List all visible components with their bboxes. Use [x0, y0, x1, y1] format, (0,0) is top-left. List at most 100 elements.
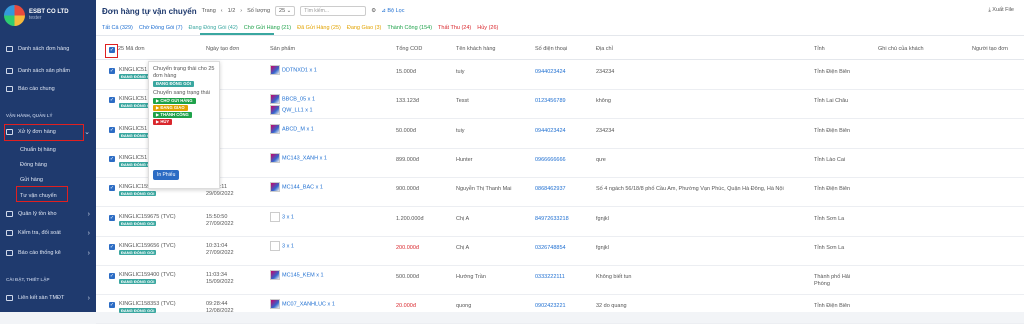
qty-label: Số lượng [247, 8, 271, 14]
row-checkbox[interactable]: ✓ [109, 126, 115, 133]
product-item: MC07_XANHLUC x 1 [270, 299, 335, 310]
chevron-right-icon: › [87, 210, 90, 218]
status-badge: ĐANG ĐÓNG GÓI [119, 249, 157, 255]
tab-5[interactable]: Đang Giao (3) [347, 25, 382, 33]
row-checkbox[interactable]: ✓ [109, 302, 115, 309]
order-id[interactable]: KINGLIC159400 (TVC) ĐANG ĐÓNG GÓI [119, 272, 176, 286]
chevron-right-icon: › [87, 294, 90, 302]
phone-number[interactable]: 0944023424 [535, 128, 566, 135]
product-thumbnail [270, 182, 280, 193]
active-tab-underline [200, 33, 274, 35]
table-row[interactable]: ✓ KINGLIC159787 (eStore)ĐANG ĐÓNG GÓI 10… [96, 178, 1024, 208]
product-item: BBCB_05 x 1 [270, 94, 315, 105]
row-checkbox[interactable]: ✓ [109, 243, 115, 250]
table-row[interactable]: ✓ KINGLIC51ĐANG ĐÓNG GÓI :04/2022 DDTNXD… [96, 61, 1024, 90]
cod-value: 133.123đ [396, 98, 419, 105]
product-thumbnail [270, 123, 280, 134]
product-name[interactable]: BBCB_05 x 1 [282, 97, 315, 103]
product-name[interactable]: 3 x 1 [282, 243, 294, 249]
status-option[interactable]: ▶ HỦY [153, 119, 173, 125]
phone-number[interactable]: 84972633218 [535, 216, 569, 223]
chevron-right-icon: › [87, 229, 90, 237]
row-checkbox[interactable]: ✓ [109, 68, 115, 74]
row-checkbox[interactable]: ✓ [109, 273, 115, 280]
product-name[interactable]: MC143_XANH x 1 [282, 155, 327, 161]
phone-number[interactable]: 0868462937 [535, 186, 566, 193]
phone-number[interactable]: 0326748854 [535, 245, 566, 252]
sidebar-item-orders-list[interactable]: Danh sách đơn hàng [0, 46, 96, 52]
table-row[interactable]: ✓ KINGLIC159675 (TVC) ĐANG ĐÓNG GÓI 15:50… [96, 208, 1024, 237]
row-checkbox[interactable]: ✓ [109, 185, 115, 192]
province: Tỉnh Điện Biên [814, 303, 851, 310]
table-row[interactable]: ✓ KINGLIC51ĐANG ĐÓNG GÓI :29/2022 BBCB_0… [96, 90, 1024, 120]
product-cell: 3 x 1 [270, 240, 294, 252]
export-button[interactable]: ⤓ Xuất File [988, 7, 1014, 14]
product-thumbnail [270, 105, 280, 116]
page-label: Trang [201, 8, 216, 14]
sidebar-item-inventory[interactable]: Quản lý tồn kho › [0, 210, 96, 218]
tab-8[interactable]: Hủy (26) [477, 25, 498, 33]
topbar: Đơn hàng tự vận chuyển Trang ‹ 1/2 › Số … [96, 0, 1024, 22]
phone-number[interactable]: 0902423221 [535, 303, 566, 310]
qty-select[interactable]: 25 ⌄ [275, 6, 296, 16]
product-name[interactable]: DDTNXD1 x 1 [282, 67, 317, 73]
product-name[interactable]: 3 x 1 [282, 214, 294, 220]
address: 234234 [596, 69, 615, 75]
product-item: MC144_BAC x 1 [270, 182, 323, 193]
product-item: QW_LL1 x 1 [270, 105, 315, 116]
search-input[interactable]: Tìm kiếm... [300, 6, 367, 16]
sidebar-sub-ship[interactable]: Gửi hàng [20, 177, 43, 183]
tab-0[interactable]: Tất Cả (329) [102, 25, 133, 33]
filter-button[interactable]: ⊿ Bộ Lọc [381, 8, 404, 14]
cod-value: 200.000đ [396, 244, 419, 251]
gear-icon[interactable]: ⚙ [371, 8, 376, 14]
table-row[interactable]: ✓ KINGLIC158353 (TVC) ĐANG ĐÓNG GÓI 09:28… [96, 295, 1024, 324]
product-item: MC145_KEM x 1 [270, 270, 324, 281]
tab-7[interactable]: Thất Thu (24) [438, 25, 471, 33]
province: Tỉnh Điện Biên [814, 127, 851, 134]
sidebar-item-products[interactable]: Danh sách sản phẩm [0, 68, 96, 74]
customer-name: Tesst [456, 98, 469, 105]
sidebar-item-marketplace[interactable]: Liên kết sàn TMĐT › [0, 294, 96, 302]
phone-number[interactable]: 0966666666 [535, 157, 566, 164]
status-badge: ĐANG ĐÓNG GÓI [119, 279, 157, 285]
customer-name: quong [456, 303, 472, 310]
section-settings: CÀI ĐẶT, THIẾT LẬP [6, 277, 50, 282]
sidebar-item-report[interactable]: Báo cáo chung [0, 86, 96, 92]
tab-2[interactable]: Đang Đóng Gói (42) [189, 25, 238, 33]
address: không [596, 98, 611, 105]
table-row[interactable]: ✓ KINGLIC51ĐANG ĐÓNG GÓI :10/2022 MC143_… [96, 149, 1024, 178]
sidebar-sub-prepare[interactable]: Chuẩn bị hàng [20, 147, 56, 153]
product-cell: MC143_XANH x 1 [270, 152, 327, 164]
prev-page-icon[interactable]: ‹ [221, 8, 223, 14]
order-date: 15:50:50 27/09/2022 [206, 213, 234, 227]
sidebar-item-reconcile[interactable]: Kiểm tra, đối soát › [0, 229, 96, 237]
row-checkbox[interactable]: ✓ [109, 155, 115, 162]
tab-3[interactable]: Chờ Gửi Hàng (21) [244, 25, 291, 33]
col-phone: Số điện thoại [535, 46, 568, 52]
row-checkbox[interactable]: ✓ [109, 214, 115, 221]
next-page-icon[interactable]: › [240, 8, 242, 14]
tab-6[interactable]: Thành Công (154) [387, 25, 432, 33]
product-name[interactable]: MC145_KEM x 1 [282, 273, 324, 279]
product-name[interactable]: MC07_XANHLUC x 1 [282, 302, 335, 308]
sidebar-item-stats[interactable]: Báo cáo thống kê › [0, 250, 96, 257]
row-checkbox[interactable]: ✓ [109, 97, 115, 104]
order-id[interactable]: KINGLIC158353 (TVC) ĐANG ĐÓNG GÓI [119, 301, 176, 315]
tab-4[interactable]: Đã Gửi Hàng (25) [297, 25, 341, 33]
product-name[interactable]: QW_LL1 x 1 [282, 108, 313, 114]
phone-number[interactable]: 0123456789 [535, 98, 566, 105]
product-name[interactable]: MC144_BAC x 1 [282, 185, 323, 191]
sidebar-sub-pack[interactable]: Đóng hàng [20, 162, 47, 168]
order-id[interactable]: KINGLIC159675 (TVC) ĐANG ĐÓNG GÓI [119, 214, 176, 228]
table-row[interactable]: ✓ KINGLIC159400 (TVC) ĐANG ĐÓNG GÓI 11:03… [96, 266, 1024, 296]
table-row[interactable]: ✓ KINGLIC51ĐANG ĐÓNG GÓI :56/2022 ABCD_M… [96, 120, 1024, 149]
product-name[interactable]: ABCD_M x 1 [282, 126, 314, 132]
tab-1[interactable]: Chờ Đóng Gói (7) [139, 25, 183, 33]
table-row[interactable]: ✓ KINGLIC159656 (TVC) ĐANG ĐÓNG GÓI 10:31… [96, 237, 1024, 266]
print-button[interactable]: In Phiếu [153, 170, 180, 180]
phone-number[interactable]: 0944023424 [535, 69, 566, 76]
order-id[interactable]: KINGLIC159656 (TVC) ĐANG ĐÓNG GÓI [119, 243, 176, 257]
phone-number[interactable]: 0333222111 [535, 274, 565, 281]
warehouse-icon [6, 211, 13, 217]
